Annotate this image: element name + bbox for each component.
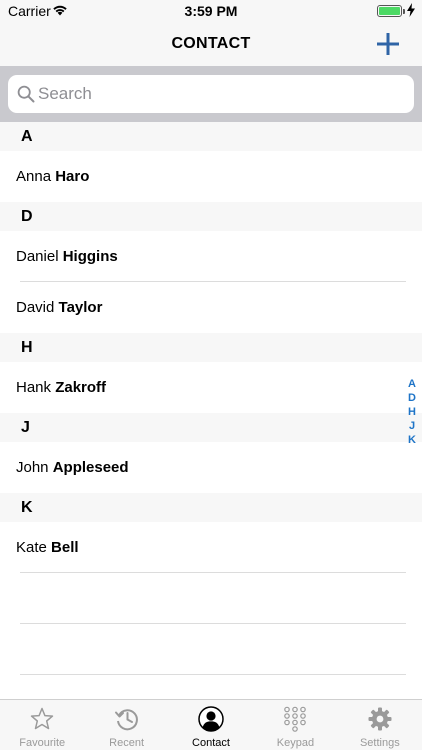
contact-row[interactable]: Hank Zakroff — [0, 362, 422, 413]
section-header-j: J — [0, 413, 422, 442]
history-icon — [114, 709, 138, 731]
tab-settings[interactable]: Settings — [338, 700, 422, 750]
index-letter-d[interactable]: D — [406, 391, 418, 405]
section-header-a: A — [0, 122, 422, 151]
star-icon — [30, 707, 54, 730]
contact-last-name: Appleseed — [52, 459, 129, 476]
search-input[interactable] — [38, 75, 408, 113]
keypad-icon — [284, 706, 307, 732]
contact-last-name: Haro — [55, 168, 90, 185]
contact-first-name: Anna — [16, 168, 52, 185]
section-index[interactable]: A D H J K — [406, 377, 418, 447]
add-contact-button[interactable] — [374, 30, 402, 58]
index-letter-h[interactable]: H — [406, 405, 418, 419]
tab-label: Recent — [109, 737, 145, 749]
section-header-k: K — [0, 493, 422, 522]
contact-last-name: Taylor — [58, 299, 103, 316]
contact-row[interactable]: Daniel Higgins — [0, 231, 422, 282]
contact-first-name: Hank — [16, 379, 52, 396]
search-box[interactable] — [8, 75, 414, 113]
tab-keypad[interactable]: Keypad — [253, 700, 337, 750]
empty-row — [0, 624, 422, 675]
section-header-d: D — [0, 202, 422, 231]
tab-label: Settings — [359, 737, 400, 749]
contact-row[interactable]: John Appleseed — [0, 442, 422, 493]
status-time: 3:59 PM — [184, 3, 238, 19]
contact-row[interactable]: Anna Haro — [0, 151, 422, 202]
tab-bar: Favourite Recent Contact Keypad Settings — [0, 699, 422, 750]
charging-icon — [407, 3, 415, 17]
tab-contact[interactable]: Contact — [169, 700, 253, 750]
contact-row[interactable]: Kate Bell — [0, 522, 422, 573]
contact-first-name: John — [16, 459, 49, 476]
contact-first-name: Kate — [16, 539, 47, 556]
contact-last-name: Zakroff — [55, 379, 107, 396]
page-title: CONTACT — [171, 35, 251, 52]
battery-icon — [377, 5, 405, 17]
tab-favourite[interactable]: Favourite — [0, 700, 84, 750]
tab-label: Favourite — [19, 737, 66, 749]
contact-last-name: Higgins — [62, 248, 118, 265]
tab-recent[interactable]: Recent — [84, 700, 168, 750]
contact-first-name: Daniel — [16, 248, 59, 265]
contact-row[interactable]: David Taylor — [0, 282, 422, 333]
index-letter-a[interactable]: A — [406, 377, 418, 391]
tab-label: Contact — [192, 737, 230, 749]
contact-list: A Anna Haro D Daniel Higgins David Taylo… — [0, 122, 422, 675]
status-bar: Carrier 3:59 PM — [0, 0, 422, 22]
search-area — [0, 66, 422, 122]
section-header-h: H — [0, 333, 422, 362]
gear-icon — [368, 707, 392, 731]
empty-row — [0, 573, 422, 624]
index-letter-k[interactable]: K — [406, 433, 418, 447]
tab-label: Keypad — [276, 737, 315, 749]
person-icon — [198, 706, 224, 732]
index-letter-j[interactable]: J — [406, 419, 418, 433]
navigation-bar: CONTACT — [0, 22, 422, 66]
contact-first-name: David — [16, 299, 55, 316]
contact-last-name: Bell — [51, 539, 79, 556]
search-icon — [17, 85, 35, 103]
